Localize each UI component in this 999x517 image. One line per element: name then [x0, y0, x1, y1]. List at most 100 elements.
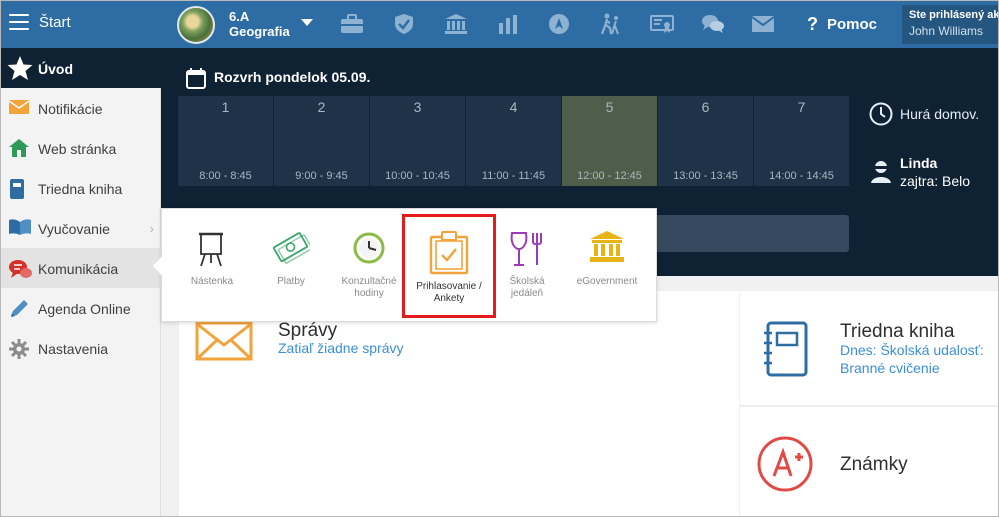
- diary-event-line1: Dnes: Školská udalosť:: [840, 342, 984, 358]
- help-label: Pomoc: [827, 16, 878, 33]
- chevron-down-icon[interactable]: [301, 19, 313, 26]
- grades-card[interactable]: Známky: [740, 407, 998, 516]
- compass-icon[interactable]: [546, 12, 572, 36]
- slot-number: 1: [221, 99, 230, 115]
- class-diary-card[interactable]: Triedna kniha Dnes: Školská udalosť: Bra…: [740, 291, 998, 406]
- slot-number: 5: [605, 99, 614, 115]
- class-subject: Geografia: [229, 24, 290, 39]
- note-input[interactable]: [651, 215, 849, 252]
- schedule-slot-current[interactable]: 5 12:00 - 12:45: [562, 96, 657, 186]
- slot-time: 12:00 - 12:45: [577, 170, 642, 182]
- class-code: 6.A: [229, 9, 250, 24]
- class-diary-event[interactable]: Dnes: Školská udalosť: Branné cvičenie: [840, 341, 984, 377]
- class-diary-title: Triedna kniha: [840, 321, 955, 342]
- sidebar-item-label: Triedna kniha: [38, 181, 123, 197]
- schedule-slot[interactable]: 1 8:00 - 8:45: [178, 96, 273, 186]
- government-icon: [590, 231, 624, 268]
- submenu-item-label: Platby: [277, 276, 305, 287]
- envelope-icon: [8, 99, 30, 119]
- user-box[interactable]: Ste prihlásený ako John Williams: [902, 5, 999, 44]
- bar-chart-icon[interactable]: [495, 12, 521, 36]
- sidebar-item-home[interactable]: Úvod: [1, 48, 161, 88]
- schedule-slot[interactable]: 2 9:00 - 9:45: [274, 96, 369, 186]
- person-icon: [870, 159, 892, 190]
- slot-number: 3: [413, 99, 422, 115]
- top-bar: Štart 6.A Geografia ? Pomoc Ste prihláse…: [1, 1, 999, 48]
- schedule-slots: 1 8:00 - 8:45 2 9:00 - 9:45 3 10:00 - 10:45…: [178, 96, 849, 186]
- sidebar-item-settings[interactable]: Nastavenia: [1, 328, 161, 368]
- hamburger-menu-icon[interactable]: [9, 14, 29, 32]
- messages-title: Správy: [278, 320, 338, 341]
- slot-number: 4: [509, 99, 518, 115]
- user-status: Ste prihlásený ako: [909, 9, 999, 21]
- submenu-item-school-canteen[interactable]: Školská jedáleň: [498, 209, 556, 323]
- slot-time: 9:00 - 9:45: [295, 170, 348, 182]
- user-name: John Williams: [909, 24, 984, 38]
- sidebar-item-label: Nastavenia: [38, 341, 109, 357]
- submenu-item-label: Nástenka: [190, 276, 234, 287]
- submenu-item-payments[interactable]: Platby: [258, 209, 324, 323]
- submenu-item-noticeboard[interactable]: Nástenka: [178, 209, 246, 323]
- certificate-icon[interactable]: [649, 12, 675, 36]
- submenu-item-label: Prihlasovanie / Ankety: [416, 281, 482, 304]
- sidebar-item-label: Agenda Online: [38, 301, 131, 317]
- clock-icon: [869, 102, 893, 131]
- slot-number: 7: [797, 99, 806, 115]
- slot-number: 2: [317, 99, 326, 115]
- sidebar-item-label: Notifikácie: [38, 101, 103, 117]
- submenu-item-label: Školská jedáleň: [509, 276, 545, 299]
- sidebar-item-website[interactable]: Web stránka: [1, 128, 161, 168]
- start-link[interactable]: Štart: [39, 14, 71, 31]
- slot-number: 6: [701, 99, 710, 115]
- slot-time: 10:00 - 10:45: [385, 170, 450, 182]
- schedule-slot[interactable]: 6 13:00 - 13:45: [658, 96, 753, 186]
- sidebar-item-label: Úvod: [38, 61, 73, 77]
- submenu-item-egovernment[interactable]: eGovernment: [562, 209, 652, 323]
- calendar-icon: [186, 67, 206, 94]
- messages-status-link[interactable]: Zatiaľ žiadne správy: [278, 340, 403, 356]
- help-button[interactable]: ? Pomoc: [807, 14, 877, 35]
- sidebar-item-notifications[interactable]: Notifikácie: [1, 88, 161, 128]
- submenu-item-signup-surveys[interactable]: Prihlasovanie / Ankety: [402, 214, 496, 318]
- walking-icon[interactable]: [598, 12, 624, 36]
- shield-check-icon[interactable]: [391, 12, 417, 36]
- money-icon: [272, 231, 313, 270]
- sidebar-item-agenda-online[interactable]: Agenda Online: [1, 288, 161, 328]
- person-name: Linda: [900, 155, 938, 171]
- submenu-item-label: eGovernment: [576, 276, 638, 287]
- diary-event-line2: Branné cvičenie: [840, 360, 940, 376]
- sidebar-item-label: Komunikácia: [38, 261, 119, 277]
- class-selector[interactable]: 6.A Geografia: [229, 9, 290, 39]
- submenu-item-consultation-hours[interactable]: Konzultačné hodiny: [334, 209, 404, 323]
- house-icon: [9, 139, 29, 159]
- class-avatar[interactable]: [177, 6, 215, 44]
- grades-title: Známky: [840, 454, 908, 475]
- institution-icon[interactable]: [443, 12, 469, 36]
- easel-icon: [197, 231, 227, 272]
- clock-icon: [352, 231, 386, 270]
- slot-time: 13:00 - 13:45: [673, 170, 738, 182]
- slot-time: 14:00 - 14:45: [769, 170, 834, 182]
- sidebar-item-label: Vyučovanie: [38, 221, 110, 237]
- dining-icon: [508, 231, 546, 272]
- chat-bubbles-icon: [9, 259, 32, 279]
- schedule-slot[interactable]: 3 10:00 - 10:45: [370, 96, 465, 186]
- schedule-slot[interactable]: 4 11:00 - 11:45: [466, 96, 561, 186]
- chevron-right-icon: ›: [149, 221, 154, 236]
- pen-icon: [9, 299, 29, 319]
- slot-time: 8:00 - 8:45: [199, 170, 252, 182]
- slot-time: 11:00 - 11:45: [481, 170, 546, 182]
- envelope-icon[interactable]: [750, 12, 776, 36]
- chat-icon[interactable]: [700, 12, 726, 36]
- schedule-slot[interactable]: 7 14:00 - 14:45: [754, 96, 849, 186]
- sidebar-item-teaching[interactable]: Vyučovanie ›: [1, 208, 161, 248]
- book-icon: [9, 179, 29, 199]
- messages-card[interactable]: Správy Zatiaľ žiadne správy: [179, 291, 739, 516]
- person-tomorrow: zajtra: Belo: [900, 173, 971, 189]
- communication-submenu: Nástenka Platby Konzultačné hodiny Prihl…: [151, 208, 657, 323]
- briefcase-icon[interactable]: [339, 12, 365, 36]
- submenu-item-label: Konzultačné hodiny: [341, 276, 397, 299]
- sidebar-item-class-diary[interactable]: Triedna kniha: [1, 168, 161, 208]
- sidebar-item-communication[interactable]: Komunikácia: [1, 248, 161, 288]
- envelope-icon: [195, 321, 253, 366]
